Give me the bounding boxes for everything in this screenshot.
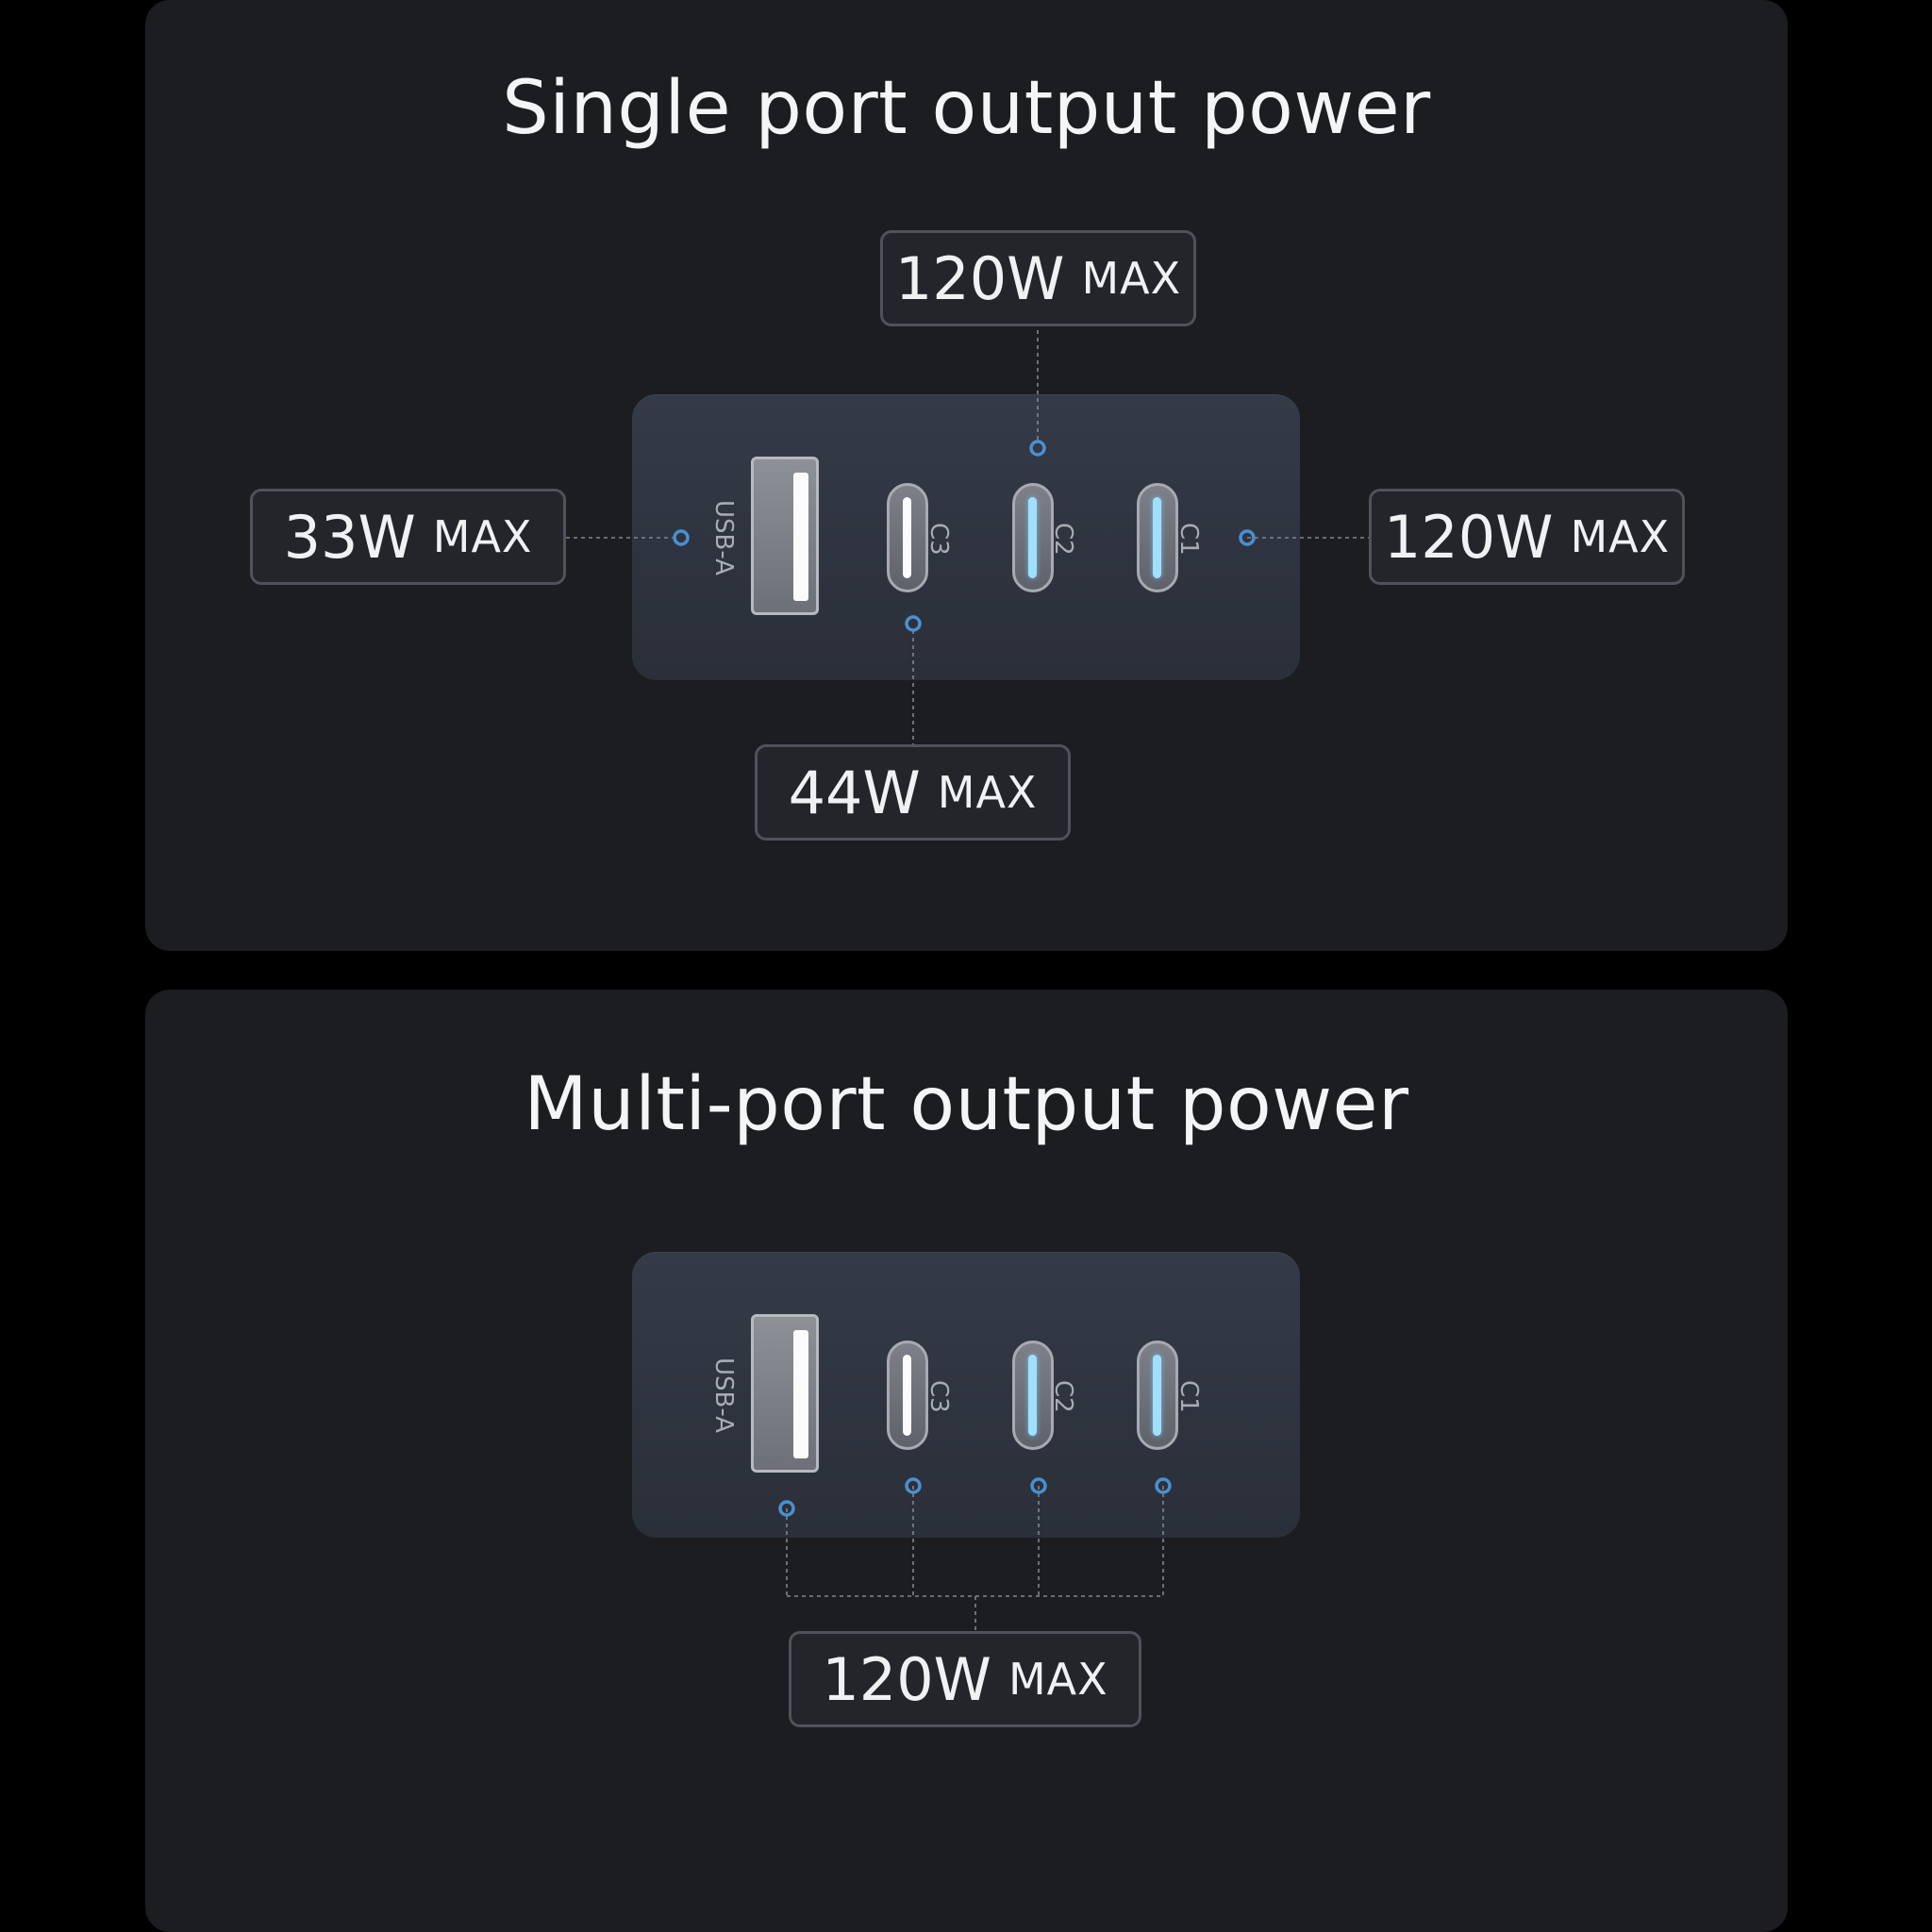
usb-c3-port-icon	[887, 1341, 928, 1450]
multi-port-panel: Multi-port output power USB-A C3 C2 C1 1…	[145, 990, 1788, 1932]
usb-c2-port-icon	[1012, 483, 1054, 592]
port-label-c1: C1	[1174, 523, 1203, 556]
panel-title-single: Single port output power	[502, 66, 1431, 151]
port-label-c3: C3	[924, 1380, 953, 1413]
port-label-c1: C1	[1174, 1380, 1203, 1413]
usb-c1-port-icon	[1137, 483, 1178, 592]
panel-title-multi: Multi-port output power	[524, 1062, 1409, 1147]
callout-unit: MAX	[1008, 1654, 1108, 1705]
callout-c1-max: 120W MAX	[1369, 489, 1685, 585]
port-label-c3: C3	[924, 523, 953, 556]
callout-watt: 120W	[1383, 502, 1554, 572]
callout-c3-max: 44W MAX	[755, 744, 1071, 841]
callout-c2-max: 120W MAX	[880, 230, 1196, 326]
usb-c2-port-icon	[1012, 1341, 1054, 1450]
charger-single: USB-A C3 C2 C1	[632, 394, 1300, 680]
callout-unit: MAX	[1570, 511, 1671, 562]
callout-total-max: 120W MAX	[789, 1631, 1141, 1727]
single-port-panel: Single port output power USB-A C3 C2 C1 …	[145, 0, 1788, 951]
usb-c3-port-icon	[887, 483, 928, 592]
port-label-usba: USB-A	[709, 500, 738, 575]
callout-watt: 33W	[283, 502, 416, 572]
callout-watt: 120W	[894, 243, 1065, 313]
port-label-c2: C2	[1049, 523, 1077, 556]
usb-a-port-icon	[751, 457, 819, 615]
usb-a-port-icon	[751, 1314, 819, 1473]
callout-usba-max: 33W MAX	[250, 489, 566, 585]
callout-unit: MAX	[1081, 253, 1182, 304]
callout-unit: MAX	[937, 767, 1038, 818]
port-label-usba: USB-A	[709, 1357, 738, 1433]
usb-c1-port-icon	[1137, 1341, 1178, 1450]
callout-unit: MAX	[432, 511, 533, 562]
callout-watt: 120W	[822, 1644, 991, 1714]
port-label-c2: C2	[1049, 1380, 1077, 1413]
callout-watt: 44W	[788, 758, 921, 827]
charger-multi: USB-A C3 C2 C1	[632, 1252, 1300, 1538]
